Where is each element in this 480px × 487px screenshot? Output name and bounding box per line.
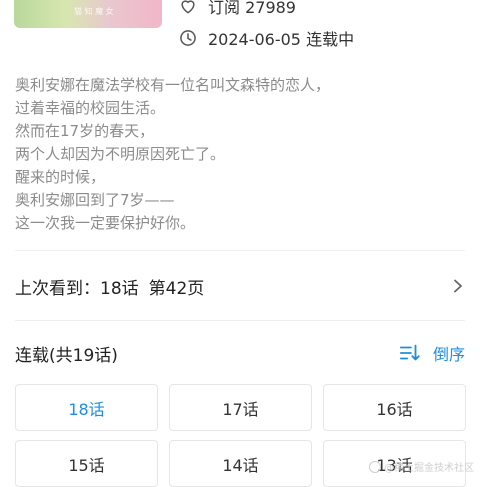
- last-read-page: 第42页: [148, 278, 205, 299]
- episode-button[interactable]: 17话: [169, 384, 312, 431]
- chevron-right-icon: [454, 279, 462, 293]
- subscribe-count: 订阅 27989: [178, 0, 296, 18]
- episode-label: 16话: [376, 399, 413, 419]
- episode-label: 15话: [68, 455, 105, 475]
- episode-label: 14话: [222, 455, 259, 475]
- date-status-text: 2024-06-05 连载中: [208, 30, 355, 49]
- cover-caption: 猫 知 魔 女: [74, 7, 114, 16]
- watermark: @稀土掘金技术社区: [369, 459, 474, 474]
- cover-thumbnail[interactable]: 猫 知 魔 女: [14, 0, 162, 28]
- sort-descending-icon: [399, 344, 420, 361]
- subscribe-text: 订阅 27989: [208, 0, 296, 17]
- sort-order-button[interactable]: 倒序: [399, 341, 465, 365]
- watermark-text: @稀土掘金技术社区: [384, 463, 474, 474]
- serial-header: 连载(共19话) 倒序: [15, 336, 465, 370]
- clock-icon: [180, 30, 196, 46]
- update-info: 2024-06-05 连载中: [178, 26, 354, 50]
- comic-description: 奥利安娜在魔法学校有一位名叫文森特的恋人， 过着幸福的校园生活。 然而在17岁的…: [15, 76, 331, 232]
- last-read-text: 上次看到：18话 第42页: [15, 274, 204, 299]
- episode-label: 18话: [68, 399, 105, 419]
- divider: [15, 250, 465, 251]
- last-read-label: 上次看到：18话: [15, 278, 139, 299]
- episode-button[interactable]: 18话: [15, 384, 158, 431]
- episode-button[interactable]: 16话: [323, 384, 466, 431]
- last-read-row[interactable]: 上次看到：18话 第42页: [15, 266, 465, 306]
- heart-icon: [181, 0, 195, 14]
- sort-label: 倒序: [432, 345, 465, 364]
- divider: [15, 320, 465, 321]
- episode-label: 17话: [222, 399, 259, 419]
- watermark-logo-icon: [369, 460, 381, 473]
- serial-title: 连载(共19话): [15, 345, 118, 366]
